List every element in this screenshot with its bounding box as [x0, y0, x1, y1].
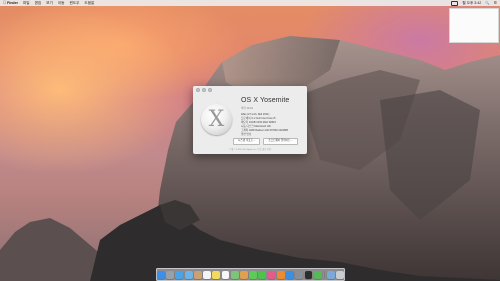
facetime-icon[interactable]	[258, 270, 267, 279]
menu-bar:  Finder 파일 편집 보기 이동 윈도우 도움말 월 오후 3:42 🔍…	[0, 0, 500, 6]
activity-icon[interactable]	[313, 270, 322, 279]
dock-separator	[323, 270, 325, 279]
downloads-icon[interactable]	[326, 270, 335, 279]
launchpad-icon[interactable]	[166, 270, 175, 279]
about-this-mac-window: X OS X Yosemite 버전 10.10 iMac (27-inch, …	[193, 86, 307, 154]
reminders-icon[interactable]	[221, 270, 230, 279]
itunes-icon[interactable]	[267, 270, 276, 279]
notification-center-icon[interactable]: ☰	[494, 0, 497, 6]
software-update-button[interactable]: 소프트웨어 업데이트...	[263, 138, 298, 145]
about-buttons: 시스템 리포트... 소프트웨어 업데이트...	[233, 138, 298, 145]
close-button[interactable]	[196, 88, 201, 93]
os-name: OS X Yosemite	[241, 97, 290, 104]
maps-icon[interactable]	[230, 270, 239, 279]
menu-help[interactable]: 도움말	[84, 0, 94, 6]
menu-view[interactable]: 보기	[46, 0, 53, 6]
zoom-button[interactable]	[207, 88, 213, 93]
app-store-icon[interactable]	[286, 270, 294, 279]
calendar-icon[interactable]	[203, 270, 211, 279]
system-info: iMac (27-inch, Mid 2011) 프로세서 3.1 GHz In…	[241, 113, 288, 138]
safari-icon[interactable]	[175, 270, 184, 279]
mail-icon[interactable]	[184, 270, 193, 279]
terminal-icon[interactable]	[304, 270, 313, 279]
battery-icon[interactable]	[451, 0, 459, 6]
menu-app-name[interactable]: Finder	[7, 0, 18, 6]
menu-window[interactable]: 윈도우	[69, 0, 79, 6]
minimize-button[interactable]	[201, 88, 207, 93]
clock[interactable]: 월 오후 3:42	[462, 0, 481, 6]
window-controls	[196, 88, 213, 93]
info-serial: 일련 번호	[241, 133, 252, 137]
menu-file[interactable]: 파일	[23, 0, 30, 6]
spotlight-icon[interactable]: 🔍	[485, 0, 489, 6]
finder-icon[interactable]	[157, 270, 165, 279]
system-report-button[interactable]: 시스템 리포트...	[233, 138, 261, 145]
dock	[156, 268, 345, 281]
notes-icon[interactable]	[212, 270, 221, 279]
ibooks-icon[interactable]	[276, 270, 285, 279]
menu-go[interactable]: 이동	[58, 0, 65, 6]
photos-icon[interactable]	[239, 270, 248, 279]
messages-icon[interactable]	[249, 270, 258, 279]
menu-edit[interactable]: 편집	[35, 0, 42, 6]
blank-window[interactable]	[449, 8, 499, 43]
contacts-icon[interactable]	[193, 270, 202, 279]
trash-icon[interactable]	[336, 270, 344, 279]
system-preferences-icon[interactable]	[295, 270, 304, 279]
menu-bar-status: 월 오후 3:42 🔍 ☰	[447, 0, 497, 6]
copyright-text: ™ 및 © 1983-2014 Apple Inc. 모든 권리 보유.	[228, 149, 272, 151]
window-titlebar[interactable]	[193, 86, 307, 93]
os-x-logo-icon: X	[201, 104, 232, 135]
os-version: 버전 10.10	[241, 107, 253, 110]
